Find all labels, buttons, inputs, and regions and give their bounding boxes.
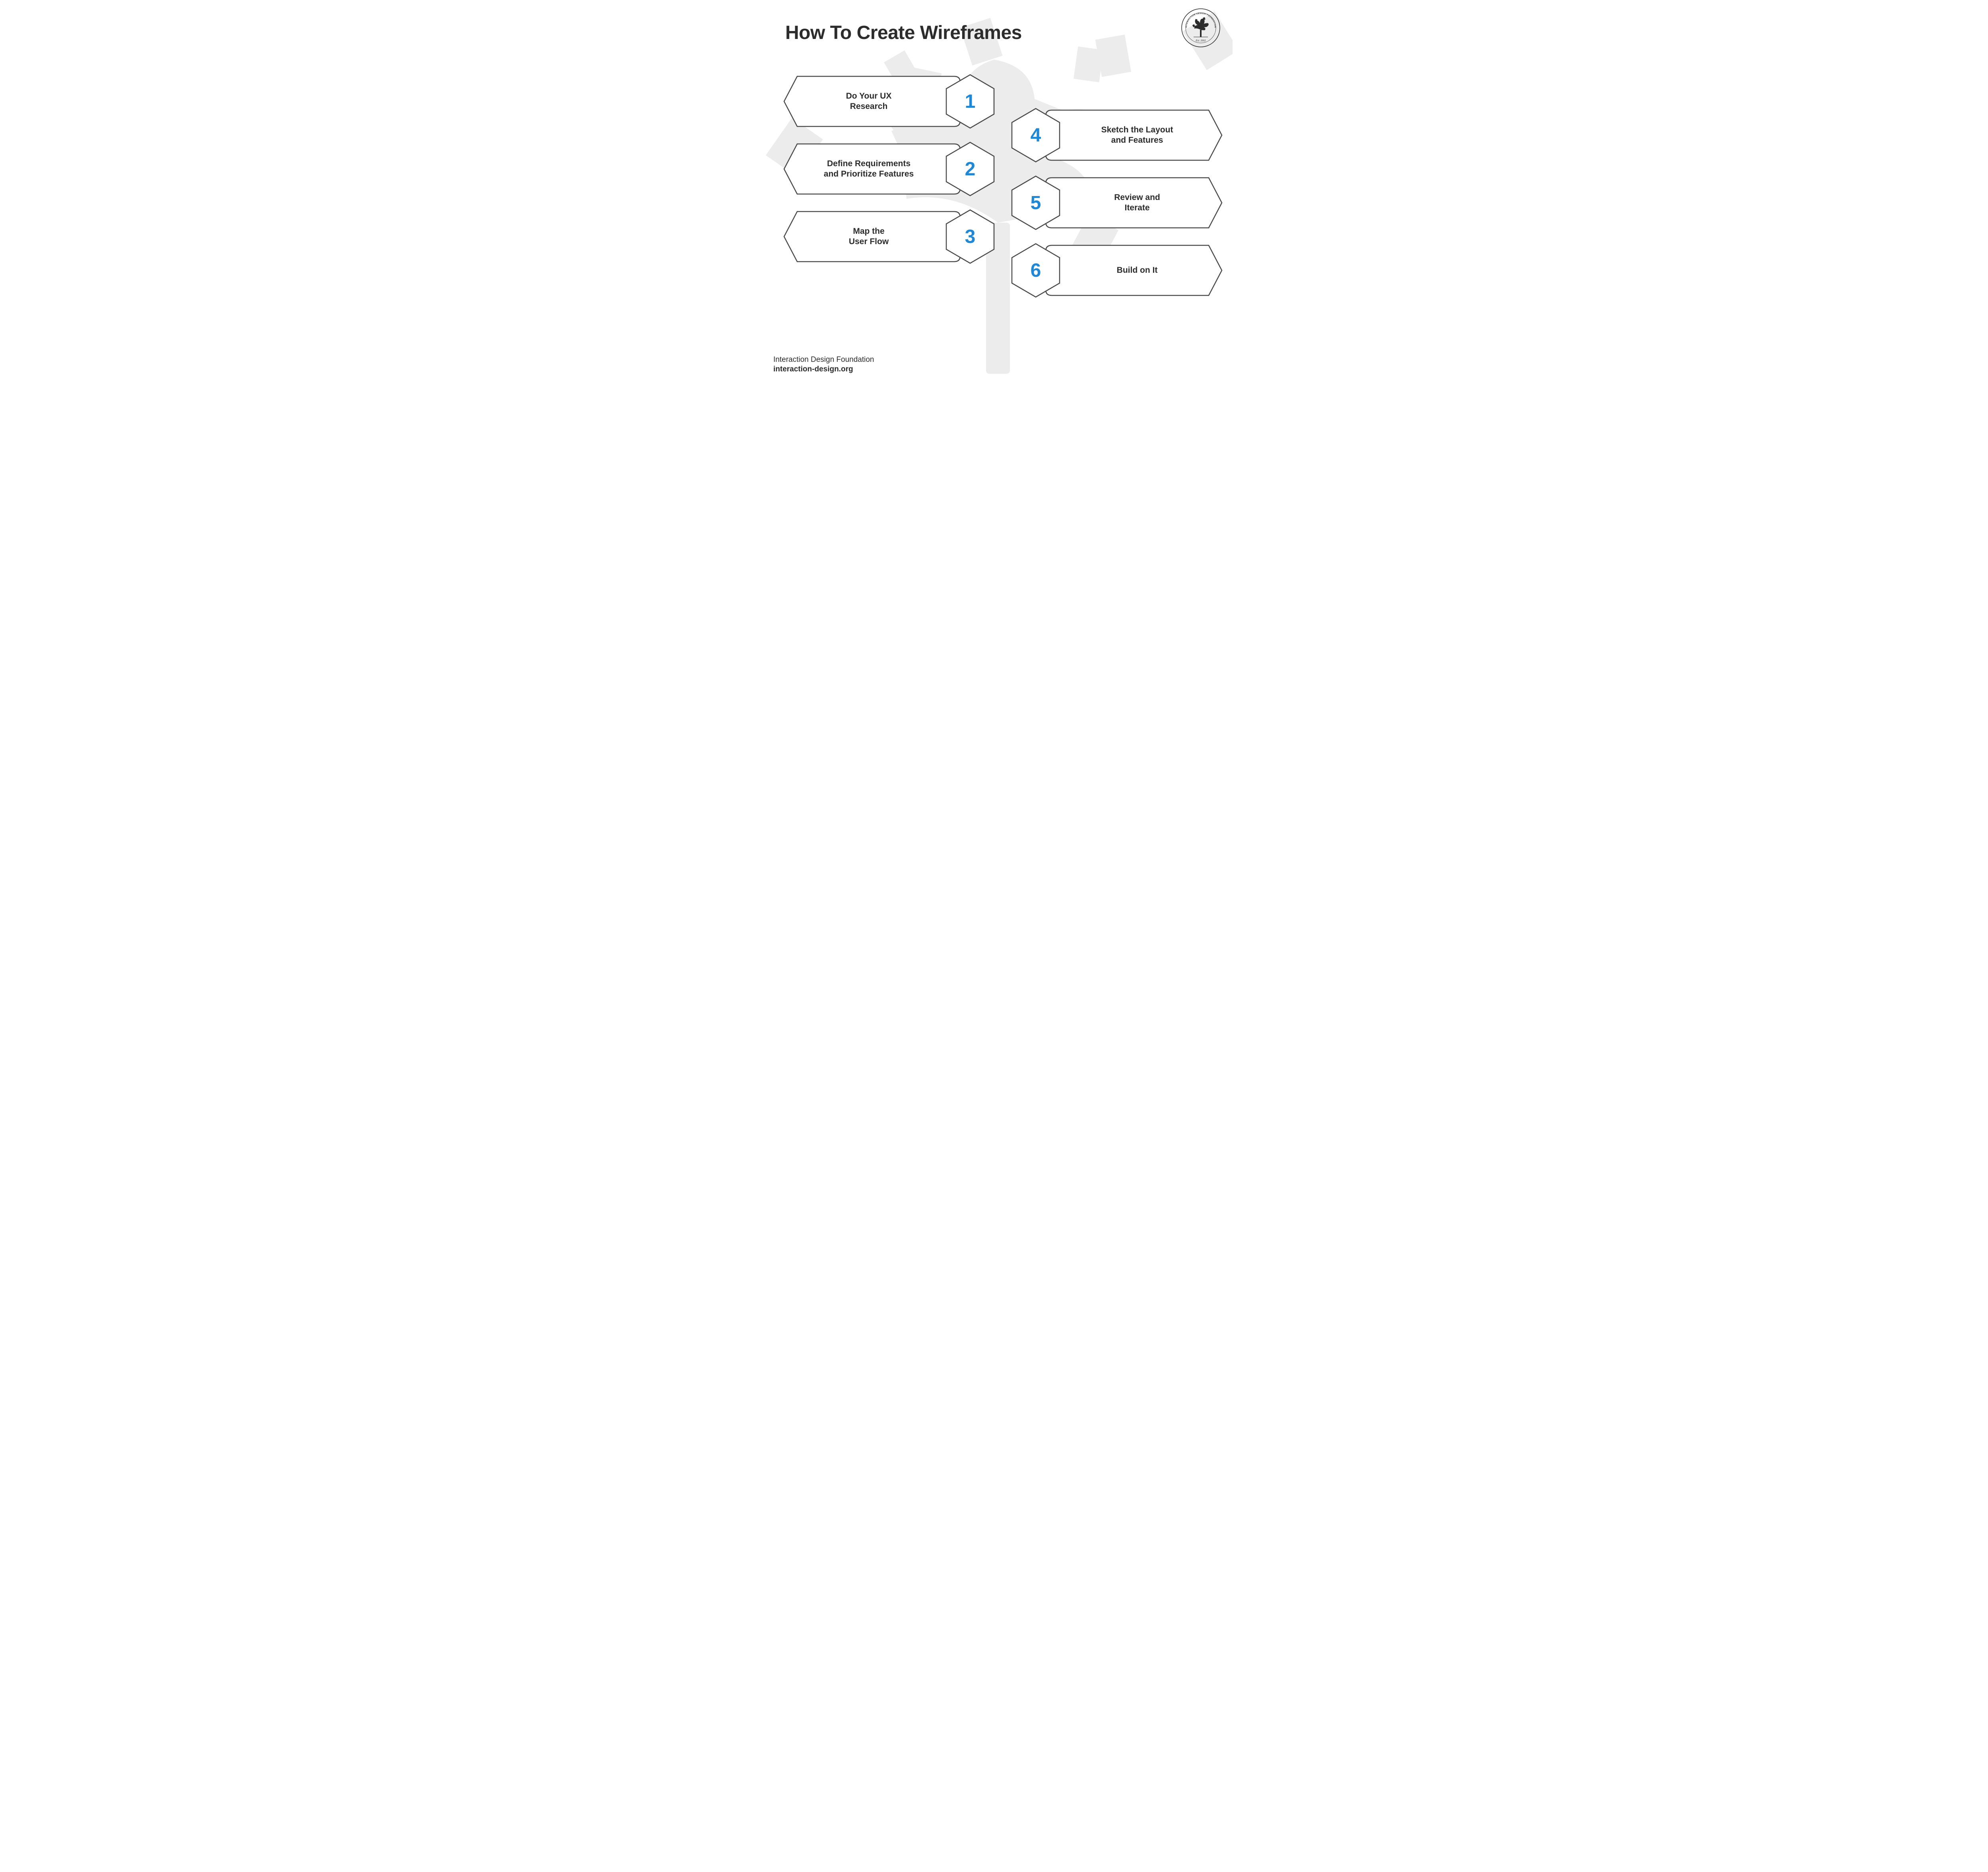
step-2-label: Define Requirements and Prioritize Featu… (799, 143, 938, 195)
step-3: Map the User Flow 3 (783, 211, 974, 262)
step-5-hex: 5 (1010, 175, 1062, 231)
svg-text:Est. 2002: Est. 2002 (1196, 40, 1206, 42)
step-6: 6 Build on It (1032, 245, 1223, 296)
step-4-label: Sketch the Layout and Features (1068, 109, 1207, 161)
step-1-hex: 1 (944, 74, 996, 129)
step-3-label: Map the User Flow (799, 211, 938, 262)
step-4: 4 Sketch the Layout and Features (1032, 109, 1223, 161)
step-2-hex: 2 (944, 141, 996, 197)
footer: Interaction Design Foundation interactio… (773, 355, 874, 374)
step-4-number: 4 (1031, 124, 1041, 146)
footer-url: interaction-design.org (773, 365, 874, 374)
step-1-label: Do Your UX Research (799, 76, 938, 127)
footer-org: Interaction Design Foundation (773, 355, 874, 364)
page-title: How To Create Wireframes (785, 22, 1022, 44)
steps-container: Do Your UX Research 1 Define Requirement… (783, 76, 1223, 342)
step-6-hex: 6 (1010, 243, 1062, 298)
step-3-number: 3 (965, 226, 976, 248)
step-3-hex: 3 (944, 209, 996, 264)
step-2-number: 2 (965, 158, 976, 180)
step-5-label: Review and Iterate (1068, 177, 1207, 229)
step-4-hex: 4 (1010, 107, 1062, 163)
step-6-number: 6 (1031, 260, 1041, 282)
step-5-number: 5 (1031, 192, 1041, 214)
step-1-number: 1 (965, 91, 976, 113)
step-1: Do Your UX Research 1 (783, 76, 974, 127)
idf-logo: INTERACTION DESIGN FOUNDATION Est. 2002 (1181, 8, 1221, 48)
step-2: Define Requirements and Prioritize Featu… (783, 143, 974, 195)
step-5: 5 Review and Iterate (1032, 177, 1223, 229)
step-6-label: Build on It (1068, 245, 1207, 296)
